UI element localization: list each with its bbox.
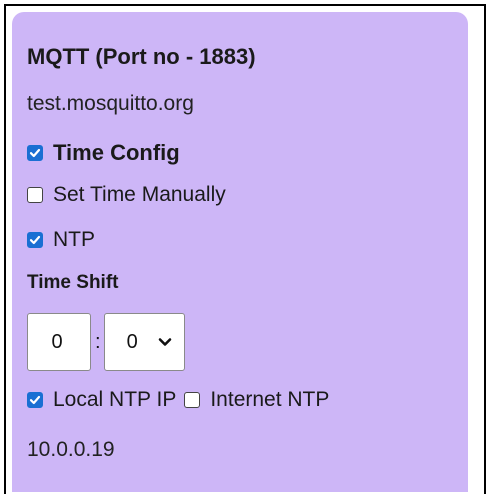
time-shift-controls: 0 : 0 <box>27 313 185 371</box>
ntp-source-options: Local NTP IP Internet NTP <box>27 388 337 412</box>
ntp-checkbox[interactable] <box>27 232 43 248</box>
mqtt-host: test.mosquitto.org <box>27 92 194 115</box>
time-shift-minutes-select[interactable]: 0 <box>103 313 185 371</box>
ntp-label: NTP <box>53 228 95 251</box>
time-shift-separator: : <box>95 330 101 353</box>
time-config-checkbox[interactable] <box>27 145 43 161</box>
time-shift-title: Time Shift <box>27 272 119 293</box>
checkmark-icon <box>29 148 41 158</box>
set-time-manually-label: Set Time Manually <box>53 183 226 206</box>
internet-ntp-checkbox[interactable] <box>184 392 201 408</box>
ntp-option[interactable]: NTP <box>27 228 95 252</box>
time-shift-minutes-value: 0 <box>126 330 138 353</box>
checkmark-icon <box>29 395 41 405</box>
time-shift-hours-input[interactable]: 0 <box>27 313 91 371</box>
settings-card <box>12 12 468 492</box>
set-time-manually-checkbox[interactable] <box>27 187 43 203</box>
set-time-manually-option[interactable]: Set Time Manually <box>27 183 226 207</box>
local-ntp-ip-checkbox[interactable] <box>27 392 43 408</box>
chevron-down-icon <box>158 338 171 346</box>
time-config-label: Time Config <box>53 140 180 165</box>
mqtt-title: MQTT (Port no - 1883) <box>27 44 256 69</box>
local-ntp-ip-label: Local NTP IP <box>53 388 177 411</box>
checkmark-icon <box>29 235 41 245</box>
ntp-ip-value: 10.0.0.19 <box>27 438 115 461</box>
internet-ntp-label: Internet NTP <box>210 388 330 411</box>
time-config-option[interactable]: Time Config <box>27 140 180 166</box>
